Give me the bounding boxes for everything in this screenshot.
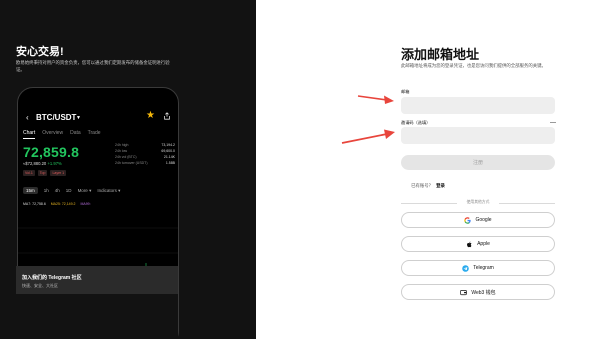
- interval-bar: 15m 1h 4h 1D More ▾ Indicators ▾: [23, 187, 120, 194]
- ma7-value: MA7: 72,758.6: [23, 202, 46, 206]
- trading-pair: BTC/USDT: [36, 113, 77, 122]
- sso-label: Google: [475, 217, 492, 223]
- signup-form-panel: 添加邮箱地址 此邮箱地址将成为您的登录凭证，也是您访问我们提供的全部服务的关键。…: [256, 0, 600, 339]
- login-prompt-row: 已有账号？ 登录: [256, 183, 600, 189]
- page-title: 添加邮箱地址: [401, 47, 480, 62]
- pair-tag: Vol.1: [23, 170, 35, 176]
- pair-tag: Top: [37, 170, 48, 176]
- market-stats: 24h high 73,194.2 24h low 69,600.0 24h vol…: [115, 143, 175, 167]
- telegram-icon: [462, 264, 469, 272]
- phone-tabs: Chart Overview Data Trade: [23, 130, 101, 139]
- price-sub: ≈$72,880.20 +1.97%: [23, 161, 62, 166]
- ma25-value: MA25: 72,149.2: [50, 202, 76, 206]
- interval-option: 1h: [43, 188, 49, 193]
- phone-tab: Trade: [87, 130, 101, 136]
- annotation-arrow: [357, 95, 394, 104]
- fiat-price: ≈$72,880.20: [23, 161, 47, 166]
- share-icon: [164, 112, 170, 120]
- login-link[interactable]: 登录: [436, 183, 445, 188]
- chevron-down-icon: ▼: [76, 115, 81, 121]
- ma99-value: MA99:: [80, 202, 91, 206]
- interval-option: Indicators ▾: [97, 187, 121, 193]
- telegram-login-button[interactable]: Telegram: [401, 260, 555, 276]
- promo-description: 欧易始终秉持对用户的资金负责，您可以通过我们定期发布的储备金证明进行验证。: [16, 60, 170, 72]
- email-label: 邮箱: [401, 89, 410, 94]
- interval-option: 4h: [54, 188, 60, 193]
- phone-tab: Chart: [23, 130, 36, 139]
- google-login-button[interactable]: Google: [401, 212, 555, 228]
- stat-value: 1.58B: [165, 161, 175, 165]
- telegram-card-title: 加入我们的 Telegram 社区: [22, 275, 82, 281]
- email-field[interactable]: [401, 97, 555, 114]
- back-icon: ‹: [26, 113, 29, 122]
- annotation-arrow: [341, 129, 395, 144]
- promo-panel: 安心交易! 欧易始终秉持对用户的资金负责，您可以通过我们定期发布的储备金证明进行…: [0, 0, 256, 339]
- promo-title: 安心交易!: [16, 46, 64, 58]
- sso-label: Apple: [477, 241, 490, 247]
- stat-key: 24h turnover (USDT): [115, 161, 148, 165]
- web3-wallet-icon: [460, 289, 468, 296]
- alt-login-divider: 使用其他方式: [401, 200, 555, 206]
- telegram-card-subtitle: 快速、安全、大社区: [22, 283, 58, 288]
- panel-bottom: [16, 294, 178, 339]
- submit-button[interactable]: 注册: [401, 155, 555, 170]
- collapse-icon[interactable]: —: [550, 120, 556, 126]
- interval-option: 1D: [65, 188, 72, 193]
- price-change: +1.97%: [47, 161, 62, 166]
- apple-login-button[interactable]: Apple: [401, 236, 555, 252]
- login-prompt: 已有账号？: [411, 183, 434, 188]
- stat-row: 24h turnover (USDT) 1.58B: [115, 161, 175, 167]
- pair-tag: Layer 1: [50, 170, 67, 176]
- referral-label: 邀请码（选填）: [401, 120, 431, 125]
- sso-label: Web3 钱包: [471, 289, 496, 296]
- star-icon: ★: [146, 110, 155, 121]
- interval-option: More ▾: [77, 187, 92, 193]
- apple-icon: [466, 241, 473, 248]
- google-icon: [464, 216, 472, 224]
- web3-wallet-login-button[interactable]: Web3 钱包: [401, 284, 555, 300]
- interval-option: 15m: [23, 187, 38, 194]
- phone-tab: Overview: [42, 130, 64, 136]
- phone-tab: Data: [70, 130, 81, 136]
- page-subtitle: 此邮箱地址将成为您的登录凭证，也是您访问我们提供的全部服务的关键。: [401, 63, 546, 68]
- sso-label: Telegram: [473, 265, 494, 271]
- last-price: 72,859.8: [23, 144, 80, 160]
- referral-code-field[interactable]: [401, 127, 555, 144]
- divider-line: [499, 203, 555, 204]
- moving-averages: MA7: 72,758.6 MA25: 72,149.2 MA99:: [23, 202, 91, 206]
- pair-tags: Vol.1 Top Layer 1: [23, 170, 67, 176]
- telegram-community-card[interactable]: 加入我们的 Telegram 社区 快速、安全、大社区: [16, 266, 178, 294]
